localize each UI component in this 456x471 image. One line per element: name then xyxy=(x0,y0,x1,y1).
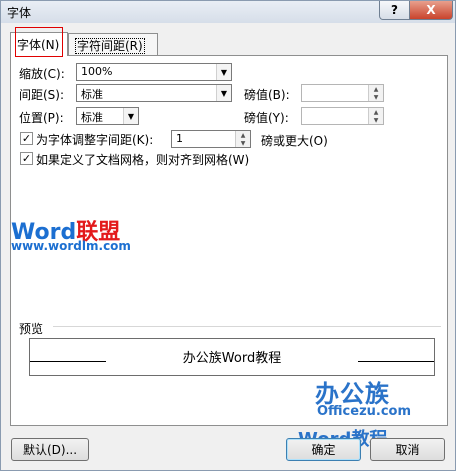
brand-url: Officezu.com xyxy=(317,404,412,419)
help-icon: ? xyxy=(391,3,398,17)
spin-up-icon[interactable]: ▲ xyxy=(368,85,383,93)
spacing-by-label: 磅值(B): xyxy=(244,88,290,102)
default-button-label: 默认(D)... xyxy=(22,443,78,457)
kerning-checkbox[interactable]: ✓ xyxy=(20,132,33,145)
checkmark-icon: ✓ xyxy=(21,152,32,165)
scale-label: 缩放(C): xyxy=(19,67,65,81)
chevron-down-icon: ▼ xyxy=(123,108,138,124)
title-bar: 字体 ? X xyxy=(1,1,455,23)
preview-rule-right xyxy=(358,361,434,362)
spin-up-icon[interactable]: ▲ xyxy=(235,131,250,139)
ok-button-label: 确定 xyxy=(311,443,336,457)
preview-divider xyxy=(53,326,441,327)
cancel-button-label: 取消 xyxy=(395,443,420,457)
spin-buttons[interactable]: ▲ ▼ xyxy=(368,85,383,101)
spin-up-icon[interactable]: ▲ xyxy=(368,108,383,116)
preview-box: 办公族Word教程 xyxy=(29,338,435,376)
cancel-button[interactable]: 取消 xyxy=(370,438,445,461)
spacing-by-input[interactable]: ▲ ▼ xyxy=(301,84,384,102)
tab-character-spacing[interactable]: 字符间距(R) xyxy=(68,33,158,55)
kerning-label: 为字体调整字间距(K): xyxy=(36,133,154,147)
spin-down-icon[interactable]: ▼ xyxy=(368,116,383,124)
ok-button[interactable]: 确定 xyxy=(286,438,361,461)
snap-grid-label: 如果定义了文档网格，则对齐到网格(W) xyxy=(36,153,250,167)
position-label: 位置(P): xyxy=(19,111,64,125)
spacing-value: 标准 xyxy=(81,88,103,101)
close-button[interactable]: X xyxy=(409,1,453,20)
position-value: 标准 xyxy=(81,111,103,124)
dialog-title: 字体 xyxy=(7,6,32,20)
snap-grid-checkbox[interactable]: ✓ xyxy=(20,152,33,165)
kerning-suffix: 磅或更大(O) xyxy=(261,134,328,148)
preview-label: 预览 xyxy=(19,322,44,336)
preview-text: 办公族Word教程 xyxy=(182,351,282,366)
spin-buttons[interactable]: ▲ ▼ xyxy=(235,131,250,147)
font-dialog: 字体 ? X 字体(N) 字符间距(R) 缩放(C): 100% ▼ 间距(S)… xyxy=(0,0,456,471)
chevron-down-icon: ▼ xyxy=(216,64,231,80)
tab-spacing-label: 字符间距(R) xyxy=(75,38,145,54)
kerning-value: 1 xyxy=(176,132,183,145)
spin-down-icon[interactable]: ▼ xyxy=(235,139,250,147)
default-button[interactable]: 默认(D)... xyxy=(11,438,89,461)
scale-select[interactable]: 100% ▼ xyxy=(76,63,232,81)
spacing-select[interactable]: 标准 ▼ xyxy=(76,84,232,102)
position-select[interactable]: 标准 ▼ xyxy=(76,107,139,125)
chevron-down-icon: ▼ xyxy=(216,85,231,101)
spin-down-icon[interactable]: ▼ xyxy=(368,93,383,101)
spacing-label: 间距(S): xyxy=(19,88,65,102)
watermark-url: www.wordlm.com xyxy=(11,239,131,253)
kerning-input[interactable]: 1 ▲ ▼ xyxy=(171,130,251,148)
position-by-input[interactable]: ▲ ▼ xyxy=(301,107,384,125)
close-icon: X xyxy=(426,3,436,17)
spin-buttons[interactable]: ▲ ▼ xyxy=(368,108,383,124)
scale-value: 100% xyxy=(81,65,113,78)
position-by-label: 磅值(Y): xyxy=(244,111,289,125)
help-button[interactable]: ? xyxy=(379,1,410,20)
checkmark-icon: ✓ xyxy=(21,132,32,145)
highlight-box xyxy=(15,27,63,57)
